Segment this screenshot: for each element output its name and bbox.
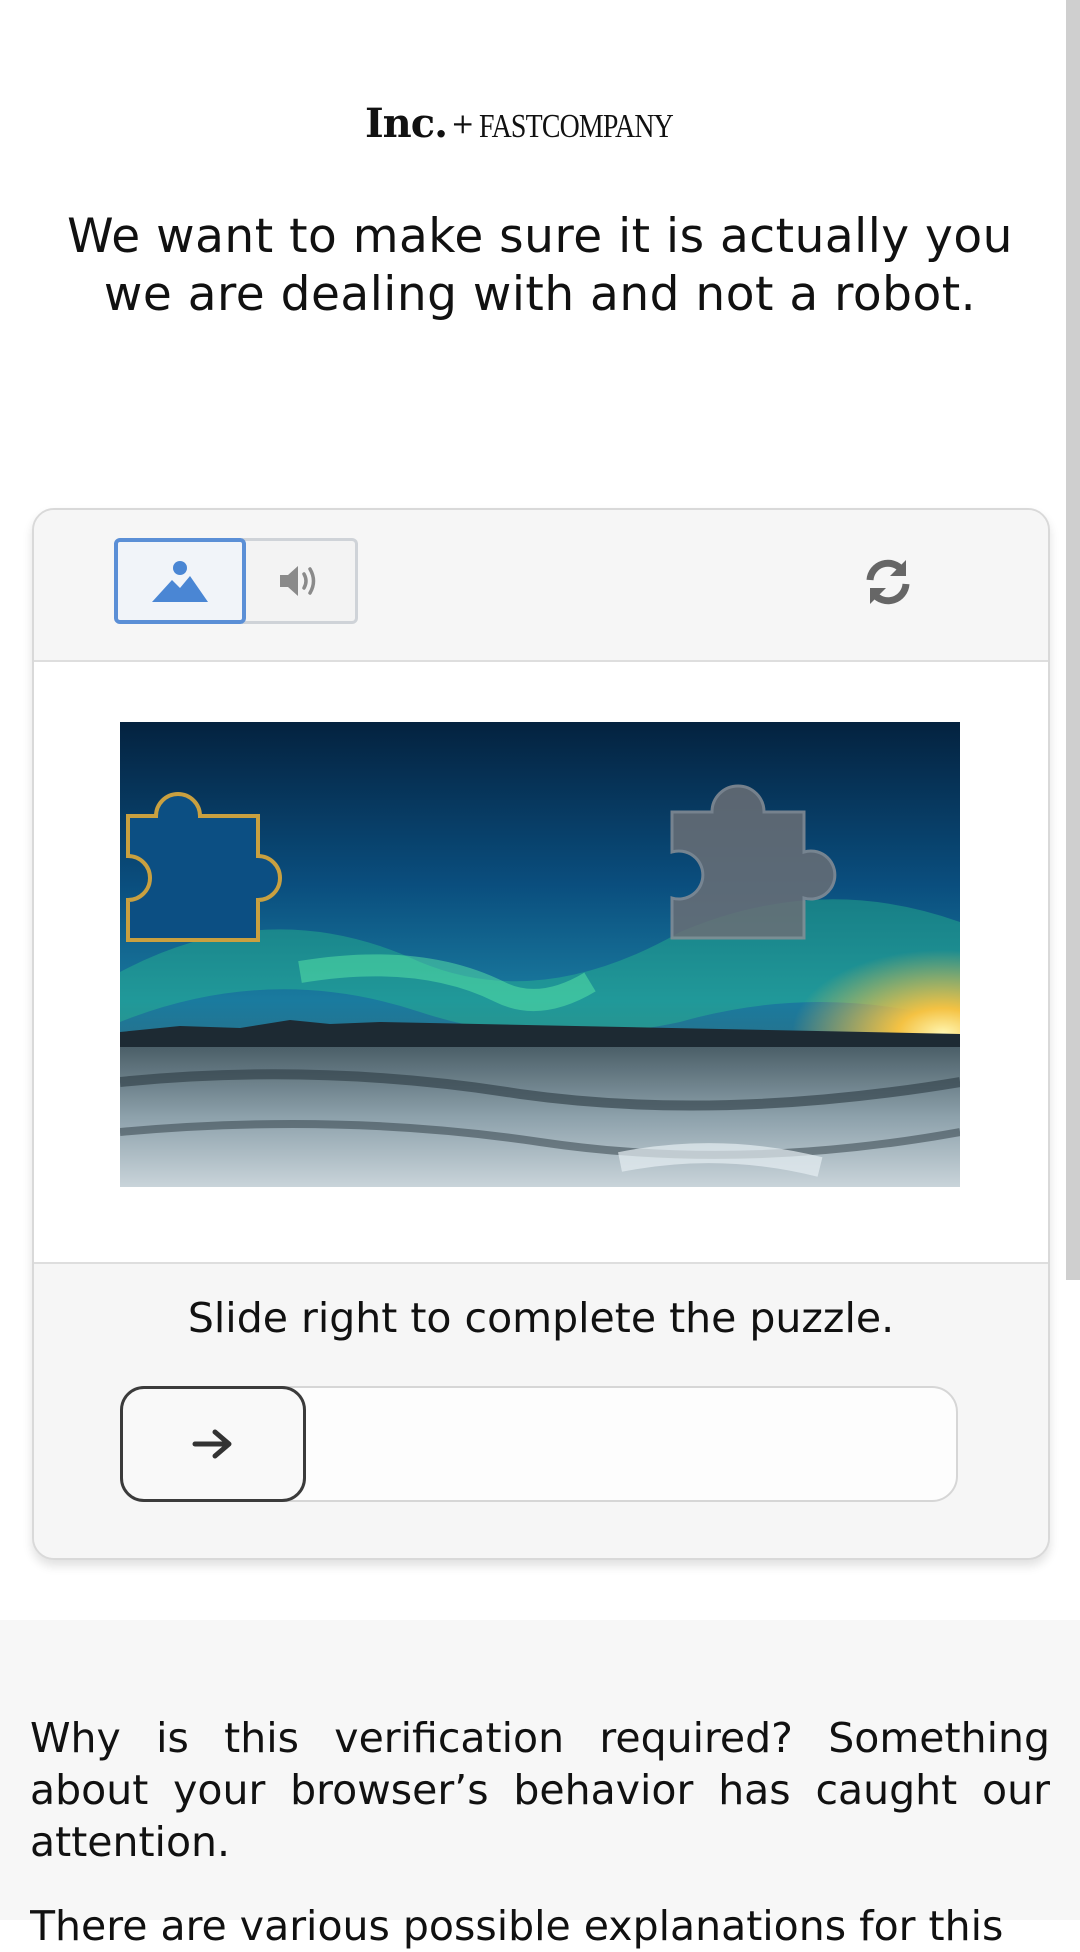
footer-info: Why is this verification required? Somet… [0, 1620, 1080, 1950]
image-icon [152, 561, 208, 602]
verification-explanation: Why is this verification required? Somet… [30, 1714, 1050, 1866]
scrollbar[interactable] [1066, 0, 1080, 1280]
arrow-right-icon [192, 1429, 232, 1459]
slider-area: Slide right to complete the puzzle. [34, 1264, 1048, 1558]
refresh-button[interactable] [858, 552, 918, 612]
captcha-card: Slide right to complete the puzzle. [32, 508, 1050, 1560]
logo-plus: + [451, 107, 475, 140]
more-explanation: There are various possible explanations … [30, 1902, 1004, 1950]
puzzle-area [34, 662, 1048, 1264]
logo-inc: Inc. [364, 100, 448, 147]
audio-mode-button[interactable] [242, 538, 358, 624]
image-mode-button[interactable] [114, 538, 246, 624]
puzzle-image [120, 722, 960, 1187]
puzzle-piece [126, 792, 282, 942]
slider-handle[interactable] [120, 1386, 306, 1502]
refresh-icon [866, 559, 910, 605]
brand-logo: Inc. + FASTCOMPANY [0, 100, 1080, 147]
slider-instruction: Slide right to complete the puzzle. [187, 1294, 895, 1342]
logo-fastcompany: FASTCOMPANY [478, 108, 674, 145]
speaker-icon [279, 566, 315, 596]
mode-switcher [114, 538, 358, 624]
captcha-toolbar [34, 510, 1048, 662]
page-headline: We want to make sure it is actually you … [67, 209, 1013, 322]
